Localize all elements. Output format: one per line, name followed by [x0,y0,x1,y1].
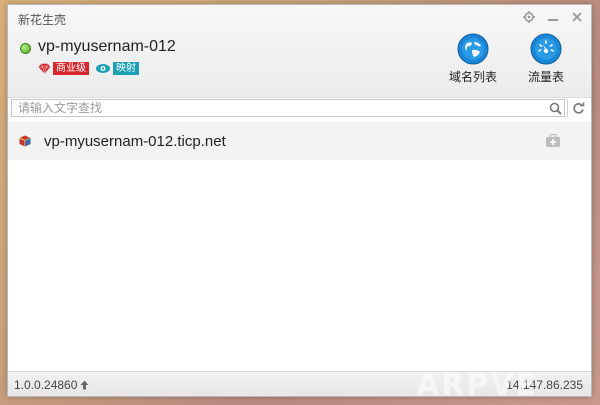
eye-icon [96,64,110,73]
business-level-badge: 商业级 [38,62,89,75]
gear-icon [523,11,535,23]
minimize-icon [548,19,558,21]
mapping-badge: 映射 [95,62,139,75]
search-button[interactable] [546,99,564,117]
domain-list-label: 域名列表 [448,70,497,84]
main-window: 新花生壳 vp-myusernam-012 商业级 映射 域名列表 流量表 请输… [7,4,592,397]
traffic-label: 流量表 [527,70,564,84]
close-button[interactable] [569,9,585,25]
minimize-button[interactable] [545,9,561,25]
business-level-label: 商业级 [53,62,89,75]
add-mapping-icon[interactable] [545,134,561,148]
mapping-label: 映射 [113,62,139,75]
online-status-indicator [20,43,31,54]
search-input[interactable] [11,99,565,117]
public-ip: 14.147.86.235 [506,378,583,392]
upgrade-arrow-icon[interactable] [80,380,89,390]
version-info: 1.0.0.24860 [14,378,89,392]
domain-name: vp-myusernam-012.ticp.net [44,132,226,150]
app-title: 新花生壳 [18,13,67,27]
traffic-button[interactable]: 流量表 [514,33,578,85]
version-text: 1.0.0.24860 [14,378,78,392]
account-username: vp-myusernam-012 [38,38,176,55]
close-icon [572,12,582,22]
status-bar: 1.0.0.24860 14.147.86.235 [8,371,591,396]
account-badges: 商业级 映射 [38,62,139,75]
domain-list-button[interactable]: 域名列表 [441,33,505,85]
gauge-icon [530,33,562,65]
window-controls [521,9,585,25]
domain-row[interactable]: vp-myusernam-012.ticp.net [8,122,591,160]
diamond-icon [38,63,51,74]
domain-list: vp-myusernam-012.ticp.net [8,122,591,160]
search-icon [549,102,562,115]
globe-icon [457,33,489,65]
box-icon [19,135,31,147]
search-bar [11,97,588,119]
refresh-icon [572,102,584,114]
settings-button[interactable] [521,9,537,25]
refresh-button[interactable] [567,99,588,117]
header: 新花生壳 vp-myusernam-012 商业级 映射 域名列表 流量表 [8,5,591,98]
